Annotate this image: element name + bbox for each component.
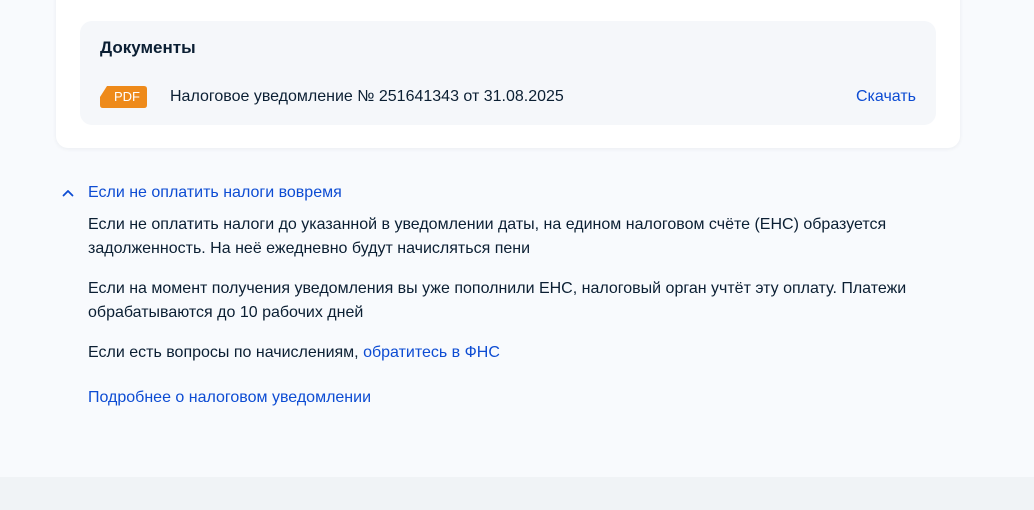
download-link[interactable]: Скачать (856, 88, 916, 106)
questions-text: Если есть вопросы по начислениям, (88, 344, 364, 361)
pdf-file-icon: PDF (100, 86, 147, 108)
payment-paragraph: Если на момент получения уведомления вы … (88, 280, 907, 321)
accordion-content: Если не оплатить налоги до указанной в у… (88, 213, 948, 381)
footer-band (0, 477, 1034, 510)
penalty-paragraph: Если не оплатить налоги до указанной в у… (88, 216, 887, 257)
pdf-badge-label: PDF (114, 89, 140, 104)
documents-title: Документы (100, 38, 196, 57)
contact-fns-link[interactable]: обратитесь в ФНС (363, 344, 500, 361)
document-name: Налоговое уведомление № 251641343 от 31.… (170, 88, 564, 105)
more-about-notification-link[interactable]: Подробнее о налоговом уведомлении (88, 389, 371, 407)
accordion-toggle[interactable]: Если не оплатить налоги вовремя (60, 183, 342, 203)
questions-paragraph: Если есть вопросы по начислениям, обрати… (88, 341, 948, 365)
document-row: PDF Налоговое уведомление № 251641343 от… (100, 85, 916, 109)
notification-card: Документы PDF Налоговое уведомление № 25… (56, 0, 960, 148)
accordion-title: Если не оплатить налоги вовремя (88, 184, 342, 201)
documents-section: Документы PDF Налоговое уведомление № 25… (80, 21, 936, 125)
chevron-up-icon (62, 190, 74, 197)
